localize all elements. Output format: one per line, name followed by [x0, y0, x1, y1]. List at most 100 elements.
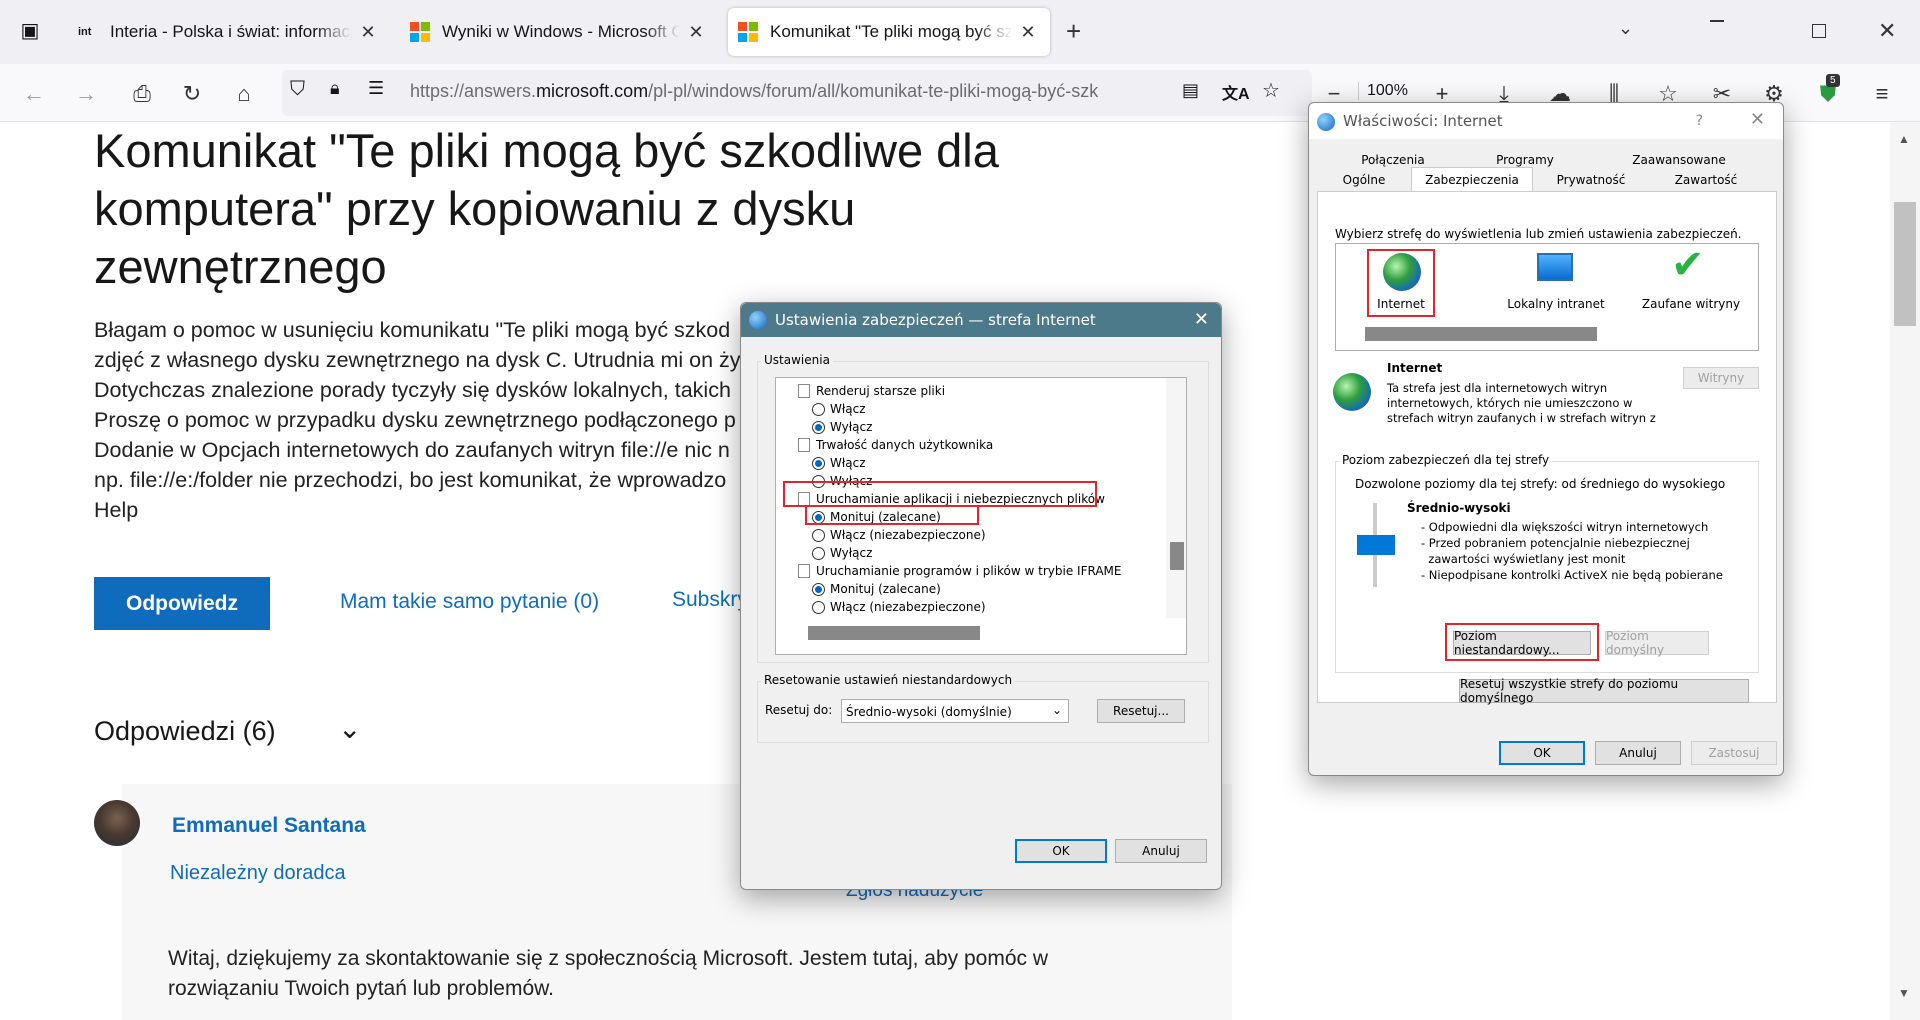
security-level-label: Poziom zabezpieczeń dla tej strefy	[1339, 453, 1553, 467]
tab-windows-results[interactable]: Wyniki w Windows - Microsoft Co ✕	[400, 8, 718, 56]
tab-content[interactable]: Zawartość	[1649, 171, 1763, 189]
reply-button[interactable]: Odpowiedz	[94, 577, 270, 630]
zone-local-intranet[interactable]: Lokalny intranet	[1491, 251, 1621, 317]
custom-level-button[interactable]: Poziom niestandardowy...	[1453, 629, 1591, 657]
tab-advanced[interactable]: Zaawansowane	[1595, 151, 1763, 169]
setting-option-radio[interactable]: Włącz (niezabezpieczone)	[812, 526, 986, 544]
allowed-levels: Dozwolone poziomy dla tej strefy: od śre…	[1355, 477, 1726, 491]
chevron-down-icon: ⌄	[1051, 703, 1062, 717]
radio-icon[interactable]	[812, 600, 825, 614]
apply-button[interactable]: Zastosuj	[1691, 741, 1777, 765]
zone-scroll-thumb[interactable]	[1365, 327, 1597, 341]
same-question-link[interactable]: Mam takie samo pytanie (0)	[340, 590, 599, 614]
zone-internet[interactable]: Internet	[1367, 249, 1435, 317]
tab-general[interactable]: Ogólne	[1317, 171, 1411, 189]
radio-icon[interactable]	[812, 546, 825, 560]
zone-trusted-sites[interactable]: ✔ Zaufane witryny	[1631, 245, 1751, 317]
dialog-titlebar: Ustawienia zabezpieczeń — strefa Interne…	[741, 303, 1221, 337]
tab-privacy[interactable]: Prywatność	[1533, 171, 1649, 189]
setting-label: Włącz (niezabezpieczone)	[830, 528, 986, 542]
level-description: - Odpowiedni dla większości witryn inter…	[1421, 520, 1723, 582]
setting-option-radio[interactable]: Wyłącz	[812, 544, 872, 562]
subscribe-link[interactable]: Subskry	[672, 588, 748, 612]
shield-icon[interactable]: ⛉	[290, 78, 305, 101]
highlight-box	[783, 481, 1097, 507]
close-window-icon[interactable]: ✕	[1878, 18, 1896, 44]
author-role[interactable]: Niezależny doradca	[170, 862, 346, 885]
globe-icon	[1333, 373, 1371, 411]
scrollbar-thumb[interactable]	[1894, 202, 1916, 326]
reset-button[interactable]: Resetuj...	[1097, 699, 1185, 723]
cancel-button[interactable]: Anuluj	[1595, 741, 1681, 765]
close-icon[interactable]: ✕	[1750, 109, 1765, 130]
print-icon[interactable]: ⎙	[126, 78, 158, 110]
setting-category: Uruchamianie programów i plików w trybie…	[798, 562, 1121, 580]
setting-label: Włącz	[830, 402, 866, 416]
setting-option-radio[interactable]: Włącz (niezabezpieczone)	[812, 598, 986, 616]
tab-overflow-chevron-icon[interactable]: ⌄	[1618, 18, 1633, 39]
setting-option-radio[interactable]: Włącz	[812, 400, 866, 418]
list-scrollbar[interactable]	[1166, 378, 1186, 618]
zone-name: Internet	[1387, 361, 1443, 375]
help-icon[interactable]: ?	[1696, 113, 1703, 129]
radio-icon[interactable]	[812, 420, 825, 434]
microsoft-logo-icon	[738, 22, 758, 42]
close-icon[interactable]: ✕	[1194, 309, 1209, 330]
setting-option-radio[interactable]: Monituj (zalecane)	[812, 580, 941, 598]
checkmark-icon: ✔	[1671, 242, 1705, 288]
level-slider-thumb[interactable]	[1357, 535, 1395, 555]
ok-button[interactable]: OK	[1015, 839, 1107, 863]
permissions-icon[interactable]: ☰	[368, 78, 384, 99]
reset-to-select[interactable]: Średnio-wysoki (domyślnie) ⌄	[841, 699, 1069, 723]
radio-icon[interactable]	[812, 456, 825, 470]
zone-label: Zaufane witryny	[1641, 297, 1741, 311]
bookmark-star-icon[interactable]: ☆	[1262, 78, 1280, 103]
tab-interia[interactable]: int Interia - Polska i świat: informacje…	[68, 8, 412, 56]
answers-heading: Odpowiedzi (6)	[94, 716, 276, 746]
home-icon[interactable]: ⌂	[228, 78, 260, 110]
hscroll-thumb[interactable]	[808, 626, 980, 640]
zoom-level[interactable]: 100%	[1358, 82, 1408, 100]
tab-list-icon[interactable]: ▣	[16, 18, 44, 46]
back-icon[interactable]: ←	[18, 78, 50, 110]
zone-label: Lokalny intranet	[1507, 297, 1605, 311]
default-level-button[interactable]: Poziom domyślny	[1605, 629, 1709, 657]
setting-label: Włącz	[830, 456, 866, 470]
scrollbar-thumb[interactable]	[1170, 542, 1184, 570]
lock-icon[interactable]: 🔒︎	[330, 78, 340, 99]
reload-icon[interactable]: ↻	[176, 78, 208, 110]
chevron-down-icon[interactable]: ⌄	[338, 712, 361, 745]
radio-icon[interactable]	[812, 582, 825, 596]
zone-label: Internet	[1377, 297, 1425, 311]
tab-security[interactable]: Zabezpieczenia	[1411, 167, 1533, 191]
menu-icon[interactable]: ≡	[1866, 78, 1898, 110]
close-tab-icon[interactable]: ✕	[1016, 22, 1040, 43]
forward-icon[interactable]: →	[70, 78, 102, 110]
reader-view-icon[interactable]: ▤	[1182, 80, 1199, 101]
reset-all-zones-button[interactable]: Resetuj wszystkie strefy do poziomu domy…	[1459, 677, 1749, 705]
radio-icon[interactable]	[812, 528, 825, 542]
translate-icon[interactable]: 文A	[1222, 80, 1250, 104]
address-bar[interactable]: ⛉ 🔒︎ ☰ https://answers.microsoft.com/pl-…	[282, 70, 1312, 116]
horizontal-scrollbar[interactable]	[776, 618, 1186, 654]
restore-icon[interactable]	[1812, 24, 1826, 38]
tab-komunikat[interactable]: Komunikat "Te pliki mogą być szk ✕	[728, 8, 1050, 56]
security-settings-dialog: Ustawienia zabezpieczeń — strefa Interne…	[740, 302, 1222, 890]
radio-icon[interactable]	[812, 402, 825, 416]
tab-bar: ▣ int Interia - Polska i świat: informac…	[0, 0, 1920, 64]
page-scrollbar[interactable]: ▲ ▼	[1890, 122, 1920, 1020]
sites-button[interactable]: Witryny	[1683, 367, 1759, 389]
close-tab-icon[interactable]: ✕	[684, 22, 708, 43]
cancel-button[interactable]: Anuluj	[1115, 839, 1207, 863]
setting-option-radio[interactable]: Wyłącz	[812, 418, 872, 436]
setting-option-radio[interactable]: Włącz	[812, 454, 866, 472]
close-tab-icon[interactable]: ✕	[356, 22, 380, 43]
ok-button[interactable]: OK	[1499, 741, 1585, 765]
minimize-icon[interactable]	[1710, 20, 1724, 22]
url-text: https://answers.microsoft.com/pl-pl/wind…	[410, 81, 1099, 101]
author-name[interactable]: Emmanuel Santana	[172, 814, 366, 838]
globe-icon	[1383, 253, 1421, 291]
tab-title: Wyniki w Windows - Microsoft Co	[442, 22, 680, 41]
new-tab-icon[interactable]: +	[1066, 16, 1081, 47]
radio-icon[interactable]	[812, 655, 825, 656]
